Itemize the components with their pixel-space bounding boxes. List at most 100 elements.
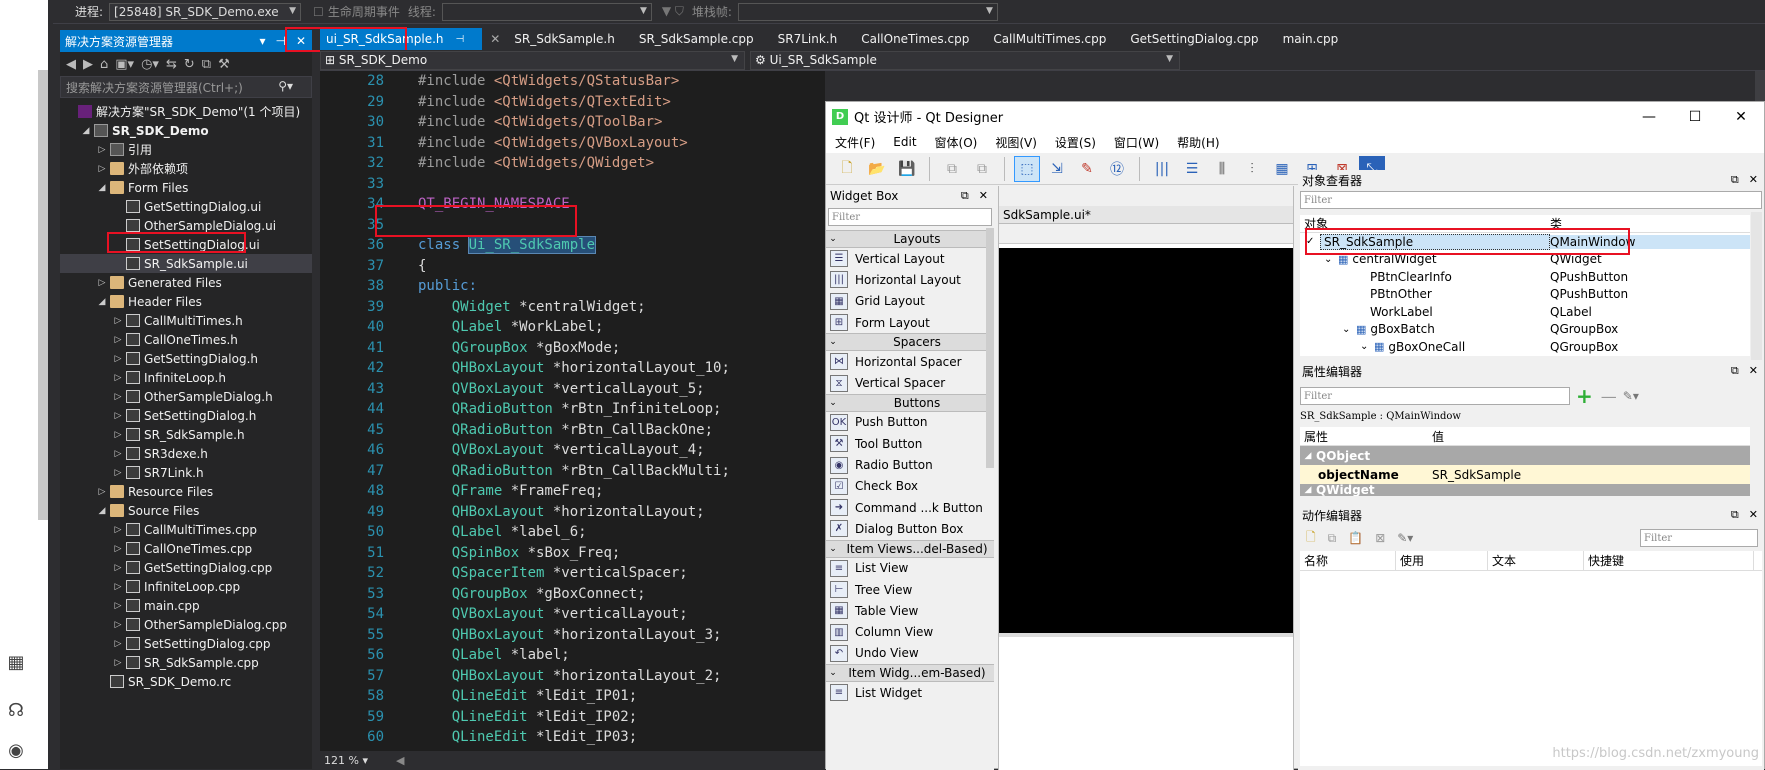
widget-item[interactable]: ⊞ Form Layout	[826, 312, 994, 333]
widget-item[interactable]: ⋈ Horizontal Spacer	[826, 351, 994, 372]
tree-item[interactable]: ▷ main.cpp	[60, 596, 312, 615]
remove-property-icon[interactable]: —	[1601, 387, 1617, 406]
tree-item[interactable]: ▷ OtherSampleDialog.cpp	[60, 615, 312, 634]
object-tree-row[interactable]: ⌄ ▦ gBoxOneCall QGroupBox	[1300, 338, 1750, 356]
tree-item[interactable]: ▷ 引用	[60, 140, 312, 159]
edit-buddies-icon[interactable]: ✎	[1074, 156, 1100, 182]
object-tree-row[interactable]: ⌄ ▦ centralWidget QWidget	[1300, 251, 1750, 269]
widget-box-scrollbar[interactable]	[986, 228, 994, 468]
collapse-icon[interactable]: ⌄	[826, 234, 840, 244]
expand-toggle-icon[interactable]: ▷	[112, 411, 124, 421]
menu-item[interactable]: 视图(V)	[986, 134, 1046, 151]
tree-item[interactable]: ▷ Resource Files	[60, 482, 312, 501]
switch-view-icon[interactable]: ▣▾	[115, 57, 134, 72]
property-group-qobject[interactable]: ◢ QObject	[1300, 446, 1750, 465]
edit-tab-order-icon[interactable]: ⑫	[1104, 156, 1130, 182]
sync-icon[interactable]: ⇆	[166, 57, 177, 72]
widget-item[interactable]: OK Push Button	[826, 412, 994, 433]
edit-signals-icon[interactable]: ⇲	[1044, 156, 1070, 182]
expand-toggle-icon[interactable]: ▷	[112, 335, 124, 345]
object-scrollbar[interactable]	[1751, 212, 1762, 360]
action-column-header[interactable]: 文本	[1488, 551, 1584, 570]
refresh-icon[interactable]: ↻	[184, 57, 195, 72]
home-icon[interactable]: ⌂	[100, 57, 108, 72]
collapse-icon[interactable]: ⌄	[826, 668, 840, 678]
expand-toggle-icon[interactable]: ▷	[96, 145, 108, 155]
collapse-icon[interactable]: ⌄	[826, 544, 840, 554]
widget-category[interactable]: ⌄ Item Views...del-Based)	[826, 539, 994, 558]
expand-toggle-icon[interactable]: ▷	[112, 563, 124, 573]
action-column-header[interactable]: 快捷键	[1584, 551, 1754, 570]
widget-item[interactable]: ✗ Dialog Button Box	[826, 518, 994, 539]
dropdown-icon[interactable]: ▾	[259, 34, 265, 48]
expand-toggle-icon[interactable]: ◢	[96, 297, 108, 307]
widget-category[interactable]: ⌄ Item Widg...em-Based)	[826, 664, 994, 683]
editor-tab[interactable]: ui_SR_SdkSample.h ⊣	[320, 28, 483, 50]
float-icon[interactable]: ⧉	[1731, 508, 1739, 522]
tree-item[interactable]: ▷ CallMultiTimes.h	[60, 311, 312, 330]
collapse-icon[interactable]: ⌄	[826, 398, 840, 408]
add-property-icon[interactable]: +	[1576, 384, 1593, 408]
expand-toggle-icon[interactable]: ◢	[80, 126, 92, 136]
expand-toggle-icon[interactable]: ▷	[112, 430, 124, 440]
expand-toggle-icon[interactable]: ▷	[96, 487, 108, 497]
horizontal-scrollbar[interactable]: ◀	[396, 754, 404, 767]
float-icon[interactable]: ⧉	[961, 189, 969, 203]
forward-icon[interactable]: ▶	[83, 57, 93, 72]
object-tree-row[interactable]: PBtnClearInfo QPushButton	[1300, 268, 1750, 286]
tree-item[interactable]: 解决方案"SR_SDK_Demo"(1 个项目)	[60, 102, 312, 121]
expand-toggle-icon[interactable]: ▷	[96, 164, 108, 174]
editor-tab[interactable]: SR_SdkSample.cpp	[633, 28, 772, 50]
widget-item[interactable]: ||| Horizontal Layout	[826, 269, 994, 290]
form-tab[interactable]: SdkSample.ui*	[999, 206, 1293, 224]
tree-item[interactable]: ▷ CallOneTimes.cpp	[60, 539, 312, 558]
widget-item[interactable]: ➜ Command ...k Button	[826, 497, 994, 518]
expand-toggle-icon[interactable]: ▷	[112, 525, 124, 535]
expand-toggle-icon[interactable]: ▷	[112, 620, 124, 630]
widget-item[interactable]: ↶ Undo View	[826, 643, 994, 664]
widget-item[interactable]: ▥ Column View	[826, 621, 994, 642]
close-icon[interactable]: ✕	[1749, 508, 1758, 522]
tree-item[interactable]: ▷ GetSettingDialog.h	[60, 349, 312, 368]
bring-to-front-icon[interactable]: ⧉	[969, 156, 995, 182]
tree-item[interactable]: ▷ SR_SdkSample.h	[60, 425, 312, 444]
tree-item[interactable]: ▷ 外部依赖项	[60, 159, 312, 178]
tree-item[interactable]: GetSettingDialog.ui	[60, 197, 312, 216]
tree-item[interactable]: ▷ CallMultiTimes.cpp	[60, 520, 312, 539]
widget-category[interactable]: ⌄ Layouts	[826, 230, 994, 248]
save-icon[interactable]: 💾	[894, 156, 920, 182]
widget-filter-input[interactable]: Filter	[828, 208, 992, 226]
tree-item[interactable]: ▷ Generated Files	[60, 273, 312, 292]
layout-v-splitter-icon[interactable]: ⫶	[1239, 156, 1265, 182]
expand-toggle-icon[interactable]: ▷	[112, 639, 124, 649]
bottom-app-icon[interactable]: ◉	[3, 740, 29, 766]
tree-item[interactable]: ▷ SetSettingDialog.h	[60, 406, 312, 425]
copy-action-icon[interactable]: ⧉	[1328, 531, 1337, 546]
collapse-icon[interactable]: ⌄	[826, 337, 840, 347]
widget-item[interactable]: ◉ Radio Button	[826, 454, 994, 475]
back-icon[interactable]: ◀	[66, 57, 76, 72]
expand-toggle-icon[interactable]: ▷	[112, 582, 124, 592]
tree-item[interactable]: ◢ Header Files	[60, 292, 312, 311]
new-file-icon[interactable]: 🗋	[834, 156, 860, 182]
property-filter-input[interactable]: Filter	[1300, 387, 1570, 405]
widget-item[interactable]: ▦ Grid Layout	[826, 291, 994, 312]
grid-app-icon[interactable]: ▦	[3, 652, 29, 678]
action-column-header[interactable]: 使用	[1396, 551, 1488, 570]
history-icon[interactable]: ◷▾	[141, 57, 159, 72]
search-icon[interactable]: ⚲▾	[278, 79, 293, 93]
editor-tab[interactable]: CallOneTimes.cpp	[855, 28, 987, 50]
widget-category[interactable]: ⌄ Spacers	[826, 333, 994, 352]
editor-tab[interactable]: GetSettingDialog.cpp	[1124, 28, 1276, 50]
menu-item[interactable]: 文件(F)	[826, 134, 884, 151]
process-combo[interactable]: [25848] SR_SDK_Demo.exe ▼	[109, 2, 302, 21]
close-icon[interactable]: ✕	[296, 34, 306, 48]
project-nav-combo[interactable]: ⊞ SR_SDK_Demo ▼	[320, 50, 745, 70]
object-tree-row[interactable]: PBtnOther QPushButton	[1300, 286, 1750, 304]
menu-item[interactable]: 窗体(O)	[926, 134, 987, 151]
code-editor[interactable]: 28 #include <QtWidgets/QStatusBar> 29 #incl…	[320, 71, 825, 751]
expand-toggle-icon[interactable]: ▷	[96, 278, 108, 288]
pin-tab-icon[interactable]: ⊣	[456, 34, 465, 45]
tree-item[interactable]: SetSettingDialog.ui	[60, 235, 312, 254]
layout-h-splitter-icon[interactable]: ⫼	[1209, 156, 1235, 182]
